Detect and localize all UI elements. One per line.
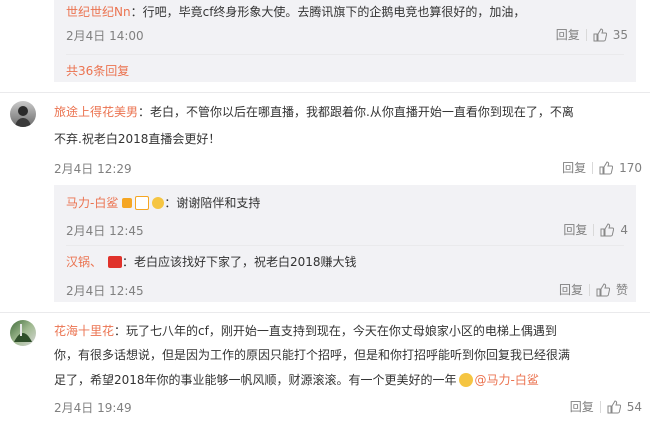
mention-link[interactable]: @马力-白鲨 [475,369,539,391]
comment-text: ：玩了七八年的cf，刚开始一直支持到现在，今天在你丈母娘家小区的电梯上偶遇到 [114,324,557,338]
reply-user-link[interactable]: 汉锅、 [66,251,102,273]
comment-user-link[interactable]: 旅途上得花美男 [54,101,138,123]
smile-emoji-icon [458,373,473,387]
thumbs-up-icon[interactable] [596,282,611,297]
like-count: 170 [619,160,642,175]
top-reply-panel: 世纪世纪Nn ：行吧，毕竟cf终身形象大使。去腾讯旗下的企鹅电竞也算很好的，加油… [54,0,636,82]
reply-button[interactable]: 回复 [570,398,594,415]
red-envelope-icon [108,256,123,268]
divider [593,223,595,236]
comment-divider [0,312,650,313]
thumbs-up-icon[interactable] [607,399,621,414]
divider-line [66,54,624,55]
member-badge-icon [135,196,150,210]
reply-text: ：老白应该找好下家了，祝老白2018赚大钱 [122,255,357,269]
reply-button[interactable]: 回复 [562,159,586,176]
reply-time: 2月4日 12:45 [66,284,144,298]
reply-button[interactable]: 回复 [556,26,580,43]
like-count: 54 [626,399,642,414]
thumbs-up-icon[interactable] [593,27,607,42]
reply-user-link[interactable]: 马力-白鲨 [66,192,118,214]
reply-time: 2月4日 14:00 [66,29,144,43]
comment-divider [0,92,650,93]
comment-text: ：老白，不管你以后在哪直播，我都跟着你.从你直播开始一直看你到现在了，不离 [138,105,574,119]
divider-line [66,245,624,246]
reply-text: ：行吧，毕竟cf终身形象大使。去腾讯旗下的企鹅电竞也算很好的，加油， [130,5,526,19]
comment-text: 不弃.祝老白2018直播会更好！ [54,132,221,146]
reply-button[interactable]: 回复 [563,221,587,238]
like-count: 35 [612,27,628,42]
verified-v-icon [122,198,133,208]
avatar[interactable] [10,101,36,127]
like-count: 4 [620,222,628,237]
comment-time: 2月4日 12:29 [54,162,132,176]
thumbs-up-icon[interactable] [599,160,614,175]
view-all-replies-link[interactable]: 共36条回复 [66,62,129,79]
divider [585,28,587,41]
replies-panel: 马力-白鲨 ：谢谢陪伴和支持 2月4日 12:45 回复 4 汉锅、 ：老白应该… [54,185,636,302]
avatar[interactable] [10,320,36,346]
divider [592,161,594,174]
thumbs-up-icon[interactable] [600,222,615,237]
divider [599,400,601,413]
comment-text: 足了，希望2018年你的事业能够一帆风顺，财源滚滚。有一个更美好的一年 [54,373,457,387]
comment-time: 2月4日 19:49 [54,401,132,415]
comment-user-link[interactable]: 花海十里花 [54,320,114,342]
reply-text: ：谢谢陪伴和支持 [164,196,261,210]
reply-button[interactable]: 回复 [559,281,583,298]
emoji-icon [152,197,165,209]
divider [588,283,590,296]
comment-text: 你，有很多话想说，但是因为工作的原因只能打个招呼，但是和你打招呼能听到你回复我已… [54,348,571,362]
reply-user-link[interactable]: 世纪世纪Nn [66,1,131,23]
like-label: 赞 [615,283,628,297]
reply-time: 2月4日 12:45 [66,224,144,238]
